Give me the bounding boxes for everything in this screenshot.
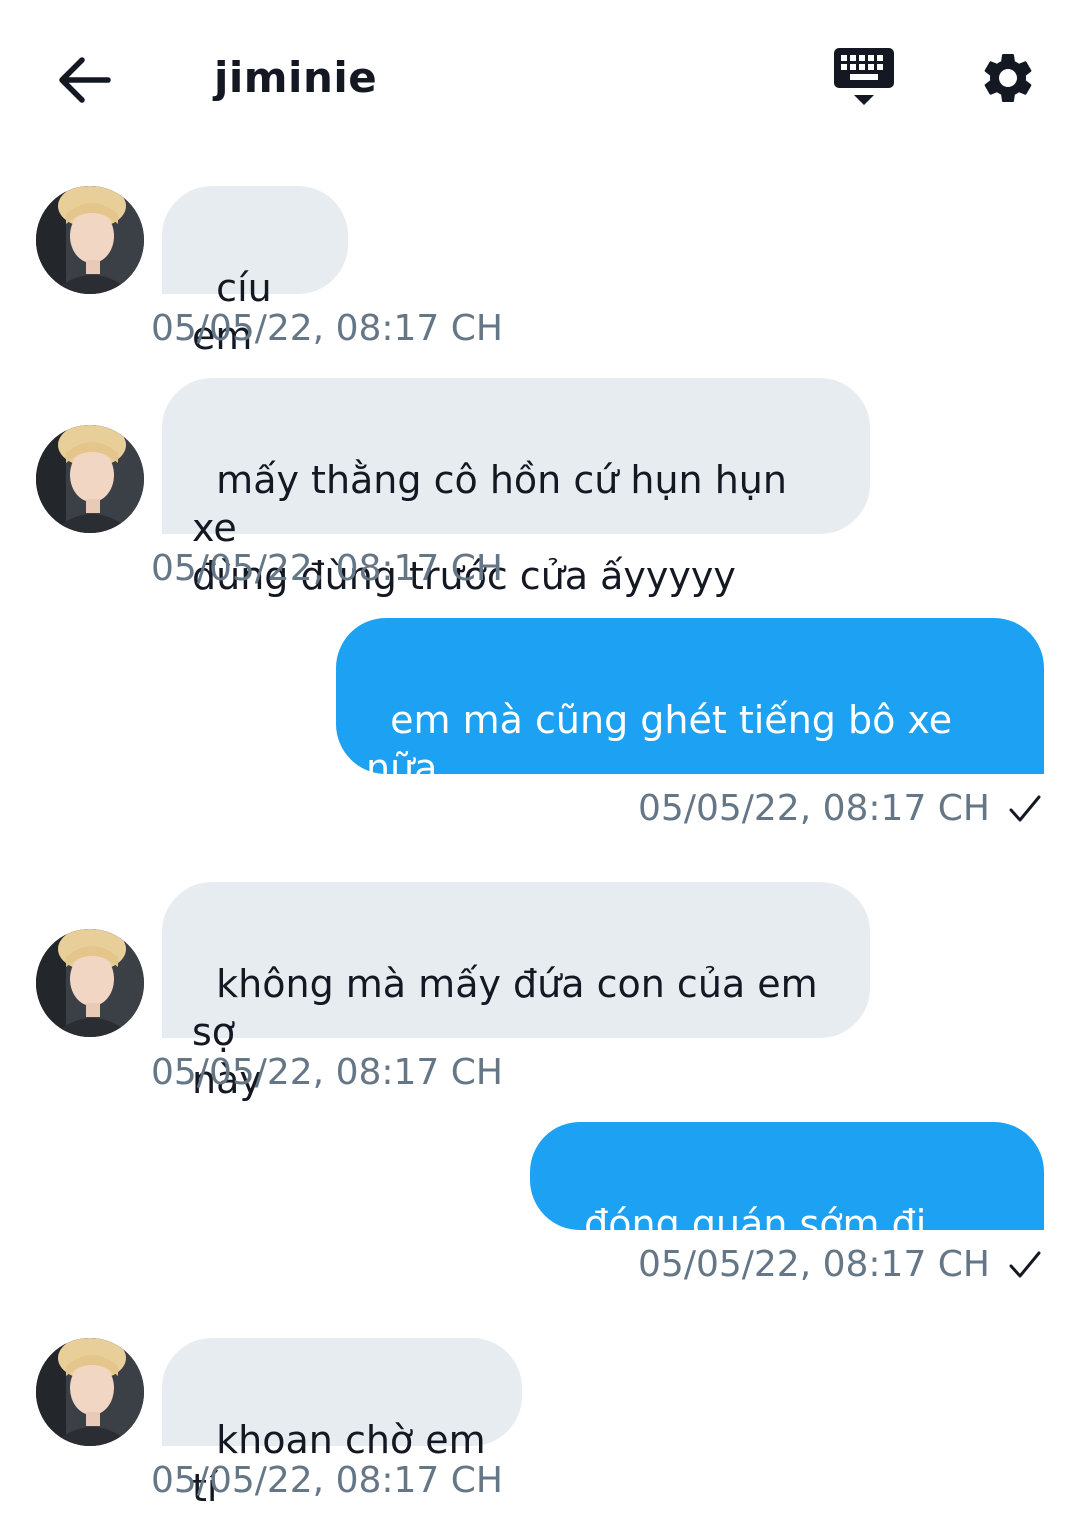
message-timestamp: 05/05/22, 08:17 CH bbox=[638, 1244, 990, 1285]
incoming-message-bubble[interactable]: mấy thằng cô hồn cứ hụn hụn xe đùng đùng… bbox=[162, 378, 870, 598]
message-timestamp: 05/05/22, 08:17 CH bbox=[151, 1460, 503, 1501]
sender-avatar[interactable] bbox=[36, 425, 144, 533]
arrow-left-icon bbox=[59, 57, 111, 103]
message-timestamp-row: 05/05/22, 08:17 CH bbox=[638, 1242, 1042, 1288]
conversation-title: jiminie bbox=[214, 53, 378, 102]
message-timestamp: 05/05/22, 08:17 CH bbox=[151, 308, 503, 349]
keyboard-toggle-button[interactable] bbox=[826, 42, 902, 118]
conversation-header: jiminie bbox=[0, 0, 1080, 150]
incoming-message-bubble[interactable]: khoan chờ em tí bbox=[162, 1338, 522, 1510]
incoming-message-bubble[interactable]: không mà mấy đứa con của em sợ này bbox=[162, 882, 870, 1102]
sender-avatar[interactable] bbox=[36, 1338, 144, 1446]
avatar-photo bbox=[36, 425, 144, 533]
message-timestamp-row: 05/05/22, 08:17 CH bbox=[638, 786, 1042, 832]
message-timestamp: 05/05/22, 08:17 CH bbox=[638, 788, 990, 829]
gear-icon bbox=[984, 53, 1032, 102]
incoming-message-bubble[interactable]: cíu em bbox=[162, 186, 348, 358]
message-timestamp: 05/05/22, 08:17 CH bbox=[151, 548, 503, 589]
sent-check-icon bbox=[1009, 795, 1041, 822]
settings-button[interactable] bbox=[970, 40, 1046, 116]
sent-check-icon bbox=[1009, 1251, 1041, 1278]
outgoing-message-bubble[interactable]: em mà cũng ghét tiếng bô xe nữa hả? bbox=[336, 618, 1044, 838]
avatar-photo bbox=[36, 1338, 144, 1446]
keyboard-hide-icon bbox=[834, 48, 894, 105]
outgoing-message-bubble[interactable]: đóng quán sớm đi Jimin bbox=[530, 1122, 1044, 1294]
back-button[interactable] bbox=[48, 44, 120, 116]
avatar-photo bbox=[36, 186, 144, 294]
sender-avatar[interactable] bbox=[36, 186, 144, 294]
sender-avatar[interactable] bbox=[36, 929, 144, 1037]
avatar-photo bbox=[36, 929, 144, 1037]
message-timestamp: 05/05/22, 08:17 CH bbox=[151, 1052, 503, 1093]
